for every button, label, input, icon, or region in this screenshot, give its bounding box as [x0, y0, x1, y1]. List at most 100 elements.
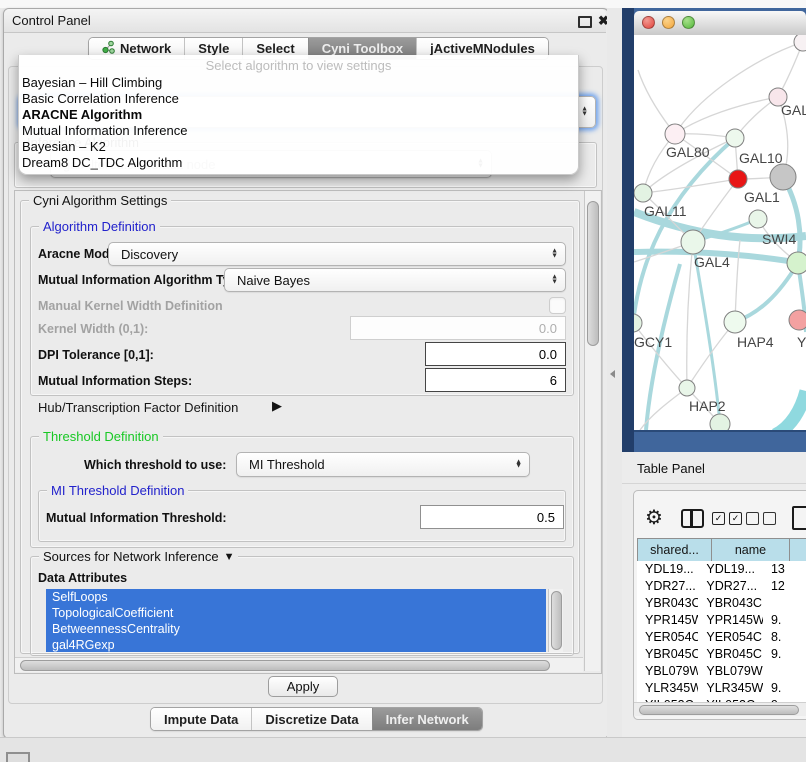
tab-impute-data[interactable]: Impute Data — [151, 708, 251, 730]
tab-label: Select — [256, 41, 294, 56]
table-cell: YBR043C — [637, 595, 698, 612]
tab-label: Discretize Data — [265, 712, 358, 727]
dpi-tolerance-label: DPI Tolerance [0,1]: — [38, 348, 154, 362]
attribute-item-betweennesscentrality[interactable]: BetweennessCentrality — [46, 621, 546, 637]
table-row[interactable]: YLR345WYLR345W9. — [637, 680, 806, 697]
mi-threshold-field[interactable]: 0.5 — [420, 505, 564, 529]
control-panel-titlebar[interactable] — [4, 9, 606, 33]
table-cell: YDL19... — [637, 561, 698, 578]
network-node-hap4[interactable] — [724, 311, 746, 333]
network-node[interactable] — [794, 35, 806, 51]
network-canvas[interactable]: GALGAL80GAL10GAL1GAL11SWI4GAL4GCY1HAP4YH… — [634, 35, 806, 430]
deselect-all-columns-icon[interactable] — [746, 512, 776, 525]
manual-kernel-checkbox[interactable] — [549, 297, 566, 314]
table-body: YDL19...YDL19...13YDR27...YDR27...12YBR0… — [637, 561, 806, 702]
file-icon[interactable] — [792, 506, 806, 530]
table-cell: YDR27... — [698, 578, 763, 595]
tab-label: Cyni Toolbox — [322, 41, 403, 56]
network-node-swi4[interactable] — [749, 210, 767, 228]
combo-spinner-icon: ▲▼ — [551, 276, 558, 285]
kernel-width-field[interactable]: 0.0 — [350, 316, 566, 340]
column-header-shared[interactable]: shared... — [638, 539, 712, 561]
float-window-icon[interactable] — [578, 16, 592, 28]
hub-definition-label[interactable]: Hub/Transcription Factor Definition — [38, 400, 238, 415]
network-node-y[interactable] — [789, 310, 806, 330]
attributes-scrollbar-thumb[interactable] — [551, 591, 562, 650]
algorithm-option-aracne-algorithm[interactable]: ARACNE Algorithm — [19, 107, 578, 123]
settings-horizontal-thumb[interactable] — [20, 660, 550, 671]
table-row[interactable]: YBL079WYBL079W — [637, 663, 806, 680]
table-header: shared...nameA — [637, 538, 806, 562]
combo-spinner-icon: ▲▼ — [581, 108, 588, 117]
combo-spinner-icon: ▲▼ — [515, 460, 522, 469]
table-panel-title: Table Panel — [637, 461, 705, 476]
node-label: GAL1 — [744, 189, 780, 205]
dpi-tolerance-field[interactable]: 0.0 — [425, 342, 566, 366]
table-cell: YDR27... — [637, 578, 698, 595]
close-traffic-light[interactable] — [642, 16, 655, 29]
attribute-item-topologicalcoefficient[interactable]: TopologicalCoefficient — [46, 605, 546, 621]
network-edge — [687, 242, 693, 388]
algorithm-option-bayesian-k2[interactable]: Bayesian – K2 — [19, 139, 578, 155]
network-node-gal4[interactable] — [681, 230, 705, 254]
column-header-a[interactable]: A — [790, 539, 806, 561]
table-row[interactable]: YBR043CYBR043C — [637, 595, 806, 612]
table-row[interactable]: YPR145WYPR145W9. — [637, 612, 806, 629]
network-node-gal11[interactable] — [634, 184, 652, 202]
splitter-collapse-icon[interactable] — [610, 370, 615, 378]
node-label: GAL4 — [694, 254, 730, 270]
network-node-hap2[interactable] — [679, 380, 695, 396]
zoom-traffic-light[interactable] — [682, 16, 695, 29]
gear-icon[interactable]: ⚙ — [645, 505, 663, 530]
minimize-traffic-light[interactable] — [662, 16, 675, 29]
network-node-gcy1[interactable] — [634, 314, 642, 332]
tab-discretize-data[interactable]: Discretize Data — [251, 708, 371, 730]
algorithm-option-mutual-information-inference[interactable]: Mutual Information Inference — [19, 123, 578, 139]
which-threshold-combo[interactable]: MI Threshold ▲▼ — [236, 452, 530, 477]
chevron-down-icon[interactable]: ▼ — [224, 551, 235, 563]
table-row[interactable]: YBR045CYBR045C9. — [637, 646, 806, 663]
network-node[interactable] — [770, 164, 796, 190]
which-threshold-value: MI Threshold — [249, 457, 325, 472]
network-node[interactable] — [787, 252, 806, 274]
attribute-item-gal4rgexp[interactable]: gal4RGexp — [46, 637, 546, 652]
table-cell: YER054C — [698, 629, 763, 646]
settings-vertical-thumb[interactable] — [587, 201, 599, 346]
network-node[interactable] — [710, 414, 730, 430]
table-panel-divider — [622, 483, 806, 484]
algorithm-option-basic-correlation-inference[interactable]: Basic Correlation Inference — [19, 91, 578, 107]
tab-label: Infer Network — [386, 712, 469, 727]
table-cell: YPR145W — [637, 612, 698, 629]
network-window-titlebar[interactable] — [634, 11, 806, 36]
node-label: HAP4 — [737, 334, 774, 350]
aracne-mode-combo[interactable]: Discovery ▲▼ — [108, 242, 566, 266]
attribute-item-selfloops[interactable]: SelfLoops — [46, 589, 546, 605]
table-row[interactable]: YDR27...YDR27...12 — [637, 578, 806, 595]
attributes-scrollbar — [548, 589, 563, 652]
algorithm-option-dream8-dc-tdc-algorithm[interactable]: Dream8 DC_TDC Algorithm — [19, 155, 578, 171]
table-cell: YLR345W — [637, 680, 698, 697]
network-node-gal10[interactable] — [726, 129, 744, 147]
table-row[interactable]: YER054CYER054C8. — [637, 629, 806, 646]
mi-type-combo[interactable]: Naive Bayes ▲▼ — [224, 268, 566, 292]
column-header-name[interactable]: name — [712, 539, 790, 561]
algorithm-options: Bayesian – Hill ClimbingBasic Correlatio… — [19, 75, 578, 171]
apply-button[interactable]: Apply — [268, 676, 338, 697]
algorithm-option-bayesian-hill-climbing[interactable]: Bayesian – Hill Climbing — [19, 75, 578, 91]
table-cell: YPR145W — [698, 612, 763, 629]
split-columns-icon[interactable] — [681, 509, 704, 528]
mi-steps-field[interactable]: 6 — [425, 368, 566, 392]
table-row[interactable]: YDL19...YDL19...13 — [637, 561, 806, 578]
network-node-gal1[interactable] — [729, 170, 747, 188]
chevron-right-icon[interactable]: ▶ — [272, 398, 282, 414]
tab-infer-network[interactable]: Infer Network — [372, 708, 482, 730]
top-strip — [0, 0, 806, 8]
table-cell: YBR043C — [698, 595, 763, 612]
network-node-gal80[interactable] — [665, 124, 685, 144]
manual-kernel-label: Manual Kernel Width Definition — [38, 299, 223, 313]
aracne-mode-value: Discovery — [121, 247, 178, 262]
network-frame-shadow — [622, 8, 634, 452]
table-horizontal-thumb[interactable] — [639, 705, 799, 715]
select-all-columns-icon[interactable]: ✓ ✓ — [712, 512, 742, 525]
minimized-panel-icon[interactable] — [6, 752, 30, 762]
